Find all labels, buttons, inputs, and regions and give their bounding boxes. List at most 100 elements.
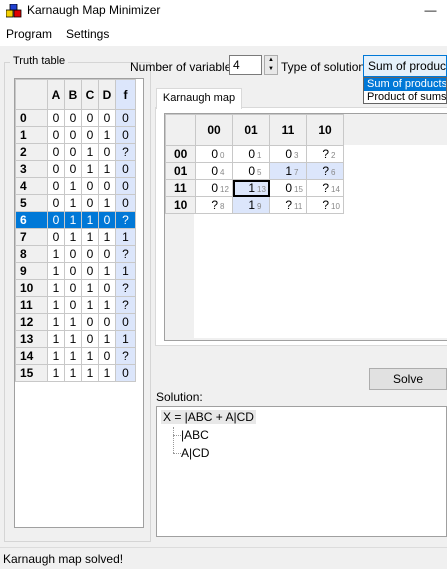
kmap-cell[interactable]: 0 12 <box>195 179 233 197</box>
spin-down-icon[interactable]: ▼ <box>265 65 277 74</box>
header-a[interactable]: A <box>47 79 65 110</box>
table-row[interactable]: 11 1 0 1 1? <box>15 296 136 314</box>
solve-button[interactable]: Solve <box>369 368 447 390</box>
header-d[interactable]: D <box>98 79 116 110</box>
output-cell[interactable]: 1 <box>115 262 136 280</box>
table-row[interactable]: 14 1 1 1 0? <box>15 347 136 365</box>
row-index[interactable]: 4 <box>15 177 48 195</box>
tree-connector <box>173 435 181 436</box>
output-cell[interactable]: ? <box>115 211 136 229</box>
kmap-cell[interactable]: ? 8 <box>195 196 233 214</box>
output-cell[interactable]: 0 <box>115 126 136 144</box>
input-bit-cell: 1 <box>64 194 82 212</box>
solution-term[interactable]: |ABC <box>181 428 209 442</box>
output-cell[interactable]: 0 <box>115 194 136 212</box>
header-b[interactable]: B <box>64 79 82 110</box>
table-row[interactable]: 401000 <box>15 177 136 195</box>
table-row[interactable]: 8 1 0 0 0? <box>15 245 136 263</box>
table-row[interactable]: 12 1 1 0 0 0 <box>15 313 136 331</box>
row-index[interactable]: 15 <box>15 364 48 382</box>
row-index[interactable]: 12 <box>15 313 48 331</box>
table-row[interactable]: 10 1 0 1 0? <box>15 279 136 297</box>
output-cell[interactable]: 0 <box>115 177 136 195</box>
num-variables-spinner[interactable]: ▲ ▼ <box>264 55 278 75</box>
output-cell[interactable]: ? <box>115 143 136 161</box>
menu-program[interactable]: Program <box>6 27 52 41</box>
kmap-cell[interactable]: 00 <box>195 145 233 163</box>
kmap-cell-value: 0 <box>285 147 292 161</box>
row-index[interactable]: 5 <box>15 194 48 212</box>
menu-settings[interactable]: Settings <box>66 27 109 41</box>
output-cell[interactable]: 0 <box>115 364 136 382</box>
spin-up-icon[interactable]: ▲ <box>265 56 277 65</box>
solution-caption: Solution: <box>156 390 203 404</box>
output-cell[interactable]: ? <box>115 296 136 314</box>
row-index[interactable]: 9 <box>15 262 48 280</box>
tab-karnaugh-map[interactable]: Karnaugh map <box>156 88 242 109</box>
kmap-cell[interactable]: 1 13 <box>232 179 270 197</box>
table-row[interactable]: 910011 <box>15 262 136 280</box>
input-bit-cell: 0 <box>98 109 116 127</box>
row-index[interactable]: 3 <box>15 160 48 178</box>
row-index[interactable]: 13 <box>15 330 48 348</box>
output-cell[interactable]: ? <box>115 347 136 365</box>
table-row[interactable]: 2 0 0 1 0? <box>15 143 136 161</box>
kmap-cell[interactable]: ? 2 <box>306 145 344 163</box>
table-row[interactable]: 000000 <box>15 109 136 127</box>
row-index[interactable]: 10 <box>15 279 48 297</box>
table-row[interactable]: 6 0 1 1 0? <box>15 211 136 229</box>
row-index[interactable]: 2 <box>15 143 48 161</box>
kmap-cell[interactable]: 01 <box>232 145 270 163</box>
kmap-cell[interactable]: 05 <box>232 162 270 180</box>
output-cell[interactable]: 0 <box>115 313 136 331</box>
table-row[interactable]: 13 1 1 0 1 1 <box>15 330 136 348</box>
table-row[interactable]: 300110 <box>15 160 136 178</box>
output-cell[interactable]: ? <box>115 245 136 263</box>
input-bit-cell: 0 <box>47 109 65 127</box>
table-row[interactable]: 100010 <box>15 126 136 144</box>
kmap-cell[interactable]: ? 6 <box>306 162 344 180</box>
option-product-of-sums[interactable]: Product of sums <box>364 91 446 104</box>
header-f[interactable]: f <box>115 79 136 110</box>
kmap-row: 00 0 0 0 1 0 3? 2 <box>165 145 344 163</box>
row-index[interactable]: 8 <box>15 245 48 263</box>
input-bit-cell: 0 <box>64 262 82 280</box>
num-variables-input[interactable]: 4 <box>229 55 262 75</box>
header-c[interactable]: C <box>81 79 99 110</box>
kmap-cell[interactable]: ? 10 <box>306 196 344 214</box>
row-index[interactable]: 6 <box>15 211 48 229</box>
kmap-row: 10? 8 1 9? 11? 10 <box>165 196 344 214</box>
kmap-cell[interactable]: ? 11 <box>269 196 307 214</box>
table-row[interactable]: 501010 <box>15 194 136 212</box>
minimize-button[interactable]: — <box>414 0 447 22</box>
input-bit-cell: 1 <box>64 313 82 331</box>
solution-term[interactable]: A|CD <box>181 446 209 460</box>
output-cell[interactable]: ? <box>115 279 136 297</box>
kmap-cell[interactable]: 03 <box>269 145 307 163</box>
solution-expression[interactable]: X = |ABC + A|CD <box>161 410 256 424</box>
kmap-cell[interactable]: 04 <box>195 162 233 180</box>
output-cell[interactable]: 0 <box>115 160 136 178</box>
solution-type-select[interactable]: Sum of products <box>363 55 447 77</box>
kmap-cell[interactable]: 0 15 <box>269 179 307 197</box>
option-sum-of-products[interactable]: Sum of products <box>364 78 446 91</box>
output-cell[interactable]: 1 <box>115 228 136 246</box>
row-index[interactable]: 7 <box>15 228 48 246</box>
row-index[interactable]: 11 <box>15 296 48 314</box>
table-row[interactable]: 15 1 1 1 1 0 <box>15 364 136 382</box>
kmap-col-header: 00 <box>195 114 233 146</box>
kmap-cell[interactable]: 19 <box>232 196 270 214</box>
kmap-cell[interactable]: ? 14 <box>306 179 344 197</box>
output-cell[interactable]: 1 <box>115 330 136 348</box>
row-index[interactable]: 1 <box>15 126 48 144</box>
output-cell[interactable]: 0 <box>115 109 136 127</box>
input-bit-cell: 0 <box>47 160 65 178</box>
kmap-cell[interactable]: 17 <box>269 162 307 180</box>
table-row[interactable]: 701111 <box>15 228 136 246</box>
input-bit-cell: 0 <box>81 109 99 127</box>
row-index[interactable]: 14 <box>15 347 48 365</box>
input-bit-cell: 1 <box>47 313 65 331</box>
kmap-cell-value: 0 <box>248 147 255 161</box>
row-index[interactable]: 0 <box>15 109 48 127</box>
solution-tree[interactable]: X = |ABC + A|CD |ABC A|CD <box>156 406 447 537</box>
